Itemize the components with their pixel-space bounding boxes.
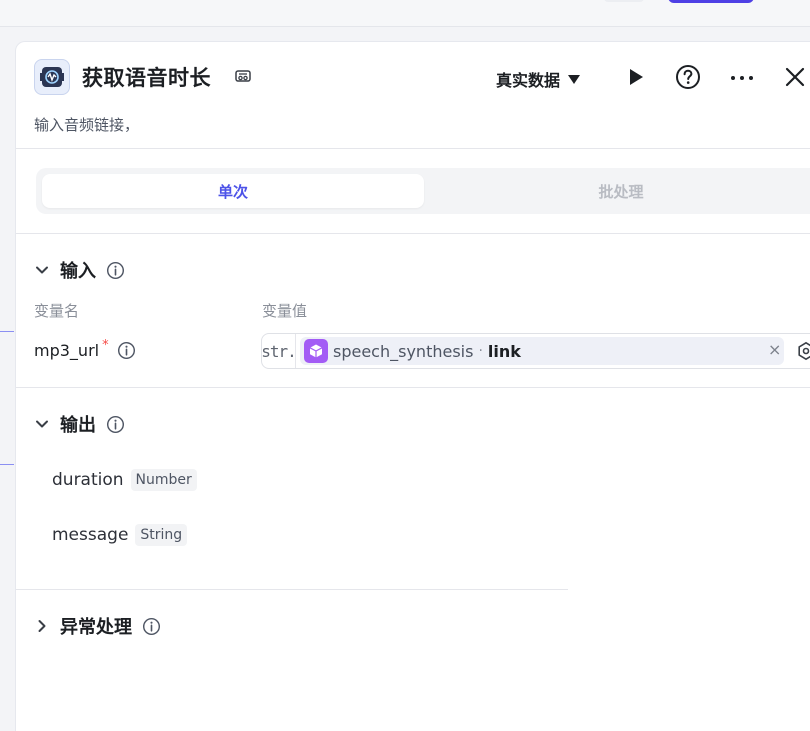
variable-value-field[interactable]: str. speech_synthesis · link × xyxy=(261,333,810,369)
input-section-header[interactable]: 输入 xyxy=(34,257,125,283)
column-header-value: 变量值 xyxy=(262,302,308,320)
speech-processor-icon xyxy=(34,59,70,95)
divider xyxy=(16,589,568,590)
chevron-down-icon xyxy=(36,266,48,274)
data-mode-label: 真实数据 xyxy=(496,71,561,90)
data-mode-select[interactable]: 真实数据 xyxy=(496,67,581,91)
param-name-label: mp3_url xyxy=(34,341,100,360)
node-title[interactable]: 获取语音时长 xyxy=(82,62,211,92)
close-icon[interactable] xyxy=(782,64,808,90)
tab-single[interactable]: 单次 xyxy=(42,174,424,208)
input-section-title: 输入 xyxy=(60,261,96,282)
caret-down-icon xyxy=(568,74,581,84)
reference-separator: · xyxy=(478,343,483,359)
node-description: 输入音频链接， xyxy=(34,116,140,134)
toolbar-secondary-button[interactable] xyxy=(604,0,644,2)
toolbar-primary-button[interactable] xyxy=(668,0,754,3)
output-name: duration xyxy=(52,470,124,490)
output-item-message: message String xyxy=(52,524,188,546)
canvas-edge-line xyxy=(0,331,14,332)
help-icon[interactable] xyxy=(675,64,701,90)
exception-section-header[interactable]: 异常处理 xyxy=(34,613,161,639)
variable-reference-chip[interactable]: speech_synthesis · link xyxy=(300,337,784,365)
info-icon[interactable] xyxy=(117,341,136,360)
divider xyxy=(16,233,810,234)
settings-icon[interactable] xyxy=(796,341,810,361)
clear-value-button[interactable]: × xyxy=(768,340,781,359)
canvas-edge-line xyxy=(0,464,14,465)
output-type-tag: String xyxy=(135,524,188,546)
node-header: 获取语音时长 真实数据 输入音频链接， xyxy=(16,42,810,149)
output-section-header[interactable]: 输出 xyxy=(34,411,125,437)
top-toolbar-strip xyxy=(0,0,810,27)
info-icon[interactable] xyxy=(142,617,161,636)
output-name: message xyxy=(52,525,129,545)
chevron-right-icon xyxy=(38,620,46,632)
node-config-panel: 获取语音时长 真实数据 输入音频链接， 单次 批处理 输入 变量名 变量值 mp… xyxy=(15,41,810,731)
info-icon[interactable] xyxy=(106,261,125,280)
play-icon[interactable] xyxy=(622,64,648,90)
edit-icon[interactable] xyxy=(234,67,252,85)
output-type-tag: Number xyxy=(130,469,197,491)
reference-field-name: link xyxy=(487,341,521,361)
cube-icon xyxy=(304,339,328,363)
param-name-mp3-url: mp3_url * xyxy=(34,338,136,360)
more-icon[interactable] xyxy=(729,64,755,90)
run-mode-tabs: 单次 批处理 xyxy=(36,168,810,214)
output-section-title: 输出 xyxy=(60,415,96,436)
chevron-down-icon xyxy=(36,420,48,428)
output-item-duration: duration Number xyxy=(52,469,197,491)
exception-section-title: 异常处理 xyxy=(60,617,132,638)
type-tag: str. xyxy=(261,334,297,368)
reference-node-name: speech_synthesis xyxy=(333,341,474,361)
info-icon[interactable] xyxy=(106,415,125,434)
column-header-name: 变量名 xyxy=(34,302,80,320)
divider xyxy=(16,387,810,388)
required-mark: * xyxy=(102,338,109,353)
tab-batch[interactable]: 批处理 xyxy=(430,174,810,208)
